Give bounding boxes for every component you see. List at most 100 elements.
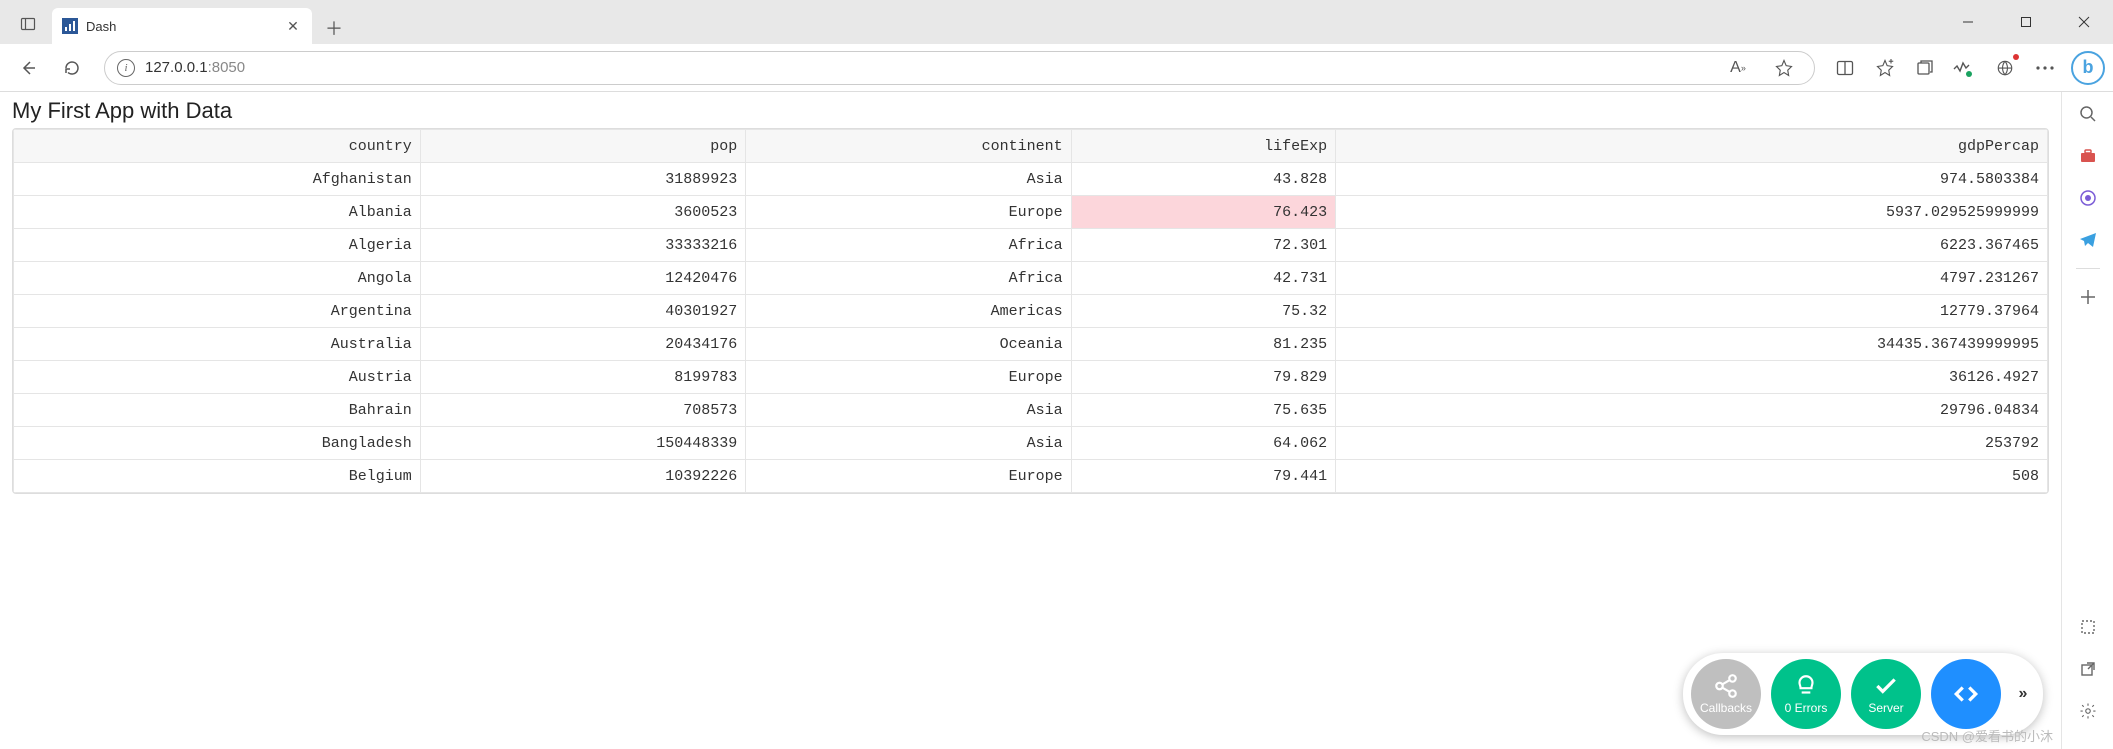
table-row: Afghanistan31889923Asia43.828974.5803384 [14, 163, 2048, 196]
search-icon[interactable] [2074, 100, 2102, 128]
watermark: CSDN @爱看书的小沐 [1921, 726, 2053, 745]
table-cell[interactable]: 5937.029525999999 [1336, 196, 2048, 229]
column-header[interactable]: gdpPercap [1336, 130, 2048, 163]
site-info-icon[interactable]: i [117, 59, 135, 77]
window-controls [1939, 0, 2113, 44]
table-cell[interactable]: 36126.4927 [1336, 361, 2048, 394]
table-cell[interactable]: Oceania [746, 328, 1071, 361]
table-cell[interactable]: 81.235 [1071, 328, 1335, 361]
table-cell[interactable]: Americas [746, 295, 1071, 328]
table-cell[interactable]: 33333216 [420, 229, 745, 262]
table-cell[interactable]: 12779.37964 [1336, 295, 2048, 328]
table-cell[interactable]: 150448339 [420, 427, 745, 460]
favorites-icon[interactable] [1867, 50, 1903, 86]
dash-debug-menu: Callbacks 0 Errors Server » [1683, 653, 2043, 735]
table-cell[interactable]: 75.32 [1071, 295, 1335, 328]
table-cell[interactable]: Europe [746, 361, 1071, 394]
performance-icon[interactable] [1947, 50, 1983, 86]
table-row: Bahrain708573Asia75.63529796.04834 [14, 394, 2048, 427]
table-cell[interactable]: Africa [746, 229, 1071, 262]
favorite-icon[interactable] [1766, 50, 1802, 86]
table-cell[interactable]: 12420476 [420, 262, 745, 295]
table-cell[interactable]: Belgium [14, 460, 421, 493]
table-cell[interactable]: 34435.367439999995 [1336, 328, 2048, 361]
table-cell[interactable]: 3600523 [420, 196, 745, 229]
table-cell[interactable]: 79.441 [1071, 460, 1335, 493]
add-icon[interactable] [2074, 283, 2102, 311]
table-cell[interactable]: 75.635 [1071, 394, 1335, 427]
collections-icon[interactable] [1907, 50, 1943, 86]
split-screen-icon[interactable] [1827, 50, 1863, 86]
edge-sidebar [2061, 92, 2113, 749]
table-row: Austria8199783Europe79.82936126.4927 [14, 361, 2048, 394]
tab-actions-icon[interactable] [8, 4, 48, 44]
table-row: Albania3600523Europe76.4235937.029525999… [14, 196, 2048, 229]
server-button[interactable]: Server [1851, 659, 1921, 729]
table-cell[interactable]: Angola [14, 262, 421, 295]
table-cell[interactable]: Asia [746, 394, 1071, 427]
address-bar[interactable]: i 127.0.0.1:8050 A» [104, 51, 1815, 85]
table-cell[interactable]: Bangladesh [14, 427, 421, 460]
table-cell[interactable]: Asia [746, 427, 1071, 460]
data-table[interactable]: countrypopcontinentlifeExpgdpPercap Afgh… [12, 128, 2049, 494]
table-cell[interactable]: 76.423 [1071, 196, 1335, 229]
table-cell[interactable]: Afghanistan [14, 163, 421, 196]
crop-icon[interactable] [2074, 613, 2102, 641]
collapse-debug-icon[interactable]: » [2011, 682, 2035, 706]
table-cell[interactable]: Europe [746, 460, 1071, 493]
tab-favicon [62, 18, 78, 34]
table-cell[interactable]: Albania [14, 196, 421, 229]
table-cell[interactable]: Africa [746, 262, 1071, 295]
table-cell[interactable]: 8199783 [420, 361, 745, 394]
column-header[interactable]: pop [420, 130, 745, 163]
table-cell[interactable]: 974.5803384 [1336, 163, 2048, 196]
table-cell[interactable]: Asia [746, 163, 1071, 196]
table-cell[interactable]: 64.062 [1071, 427, 1335, 460]
table-cell[interactable]: 4797.231267 [1336, 262, 2048, 295]
table-cell[interactable]: 10392226 [420, 460, 745, 493]
tab-close-icon[interactable]: ✕ [284, 17, 302, 35]
errors-button[interactable]: 0 Errors [1771, 659, 1841, 729]
back-button[interactable] [8, 48, 48, 88]
table-cell[interactable]: Australia [14, 328, 421, 361]
table-cell[interactable]: Bahrain [14, 394, 421, 427]
browser-toolbar: i 127.0.0.1:8050 A» b [0, 44, 2113, 92]
new-tab-button[interactable]: ＋ [318, 12, 350, 44]
close-window-button[interactable] [2055, 0, 2113, 44]
column-header[interactable]: country [14, 130, 421, 163]
table-row: Australia20434176Oceania81.23534435.3674… [14, 328, 2048, 361]
minimize-button[interactable] [1939, 0, 1997, 44]
table-cell[interactable]: 43.828 [1071, 163, 1335, 196]
read-aloud-icon[interactable]: A» [1720, 50, 1756, 86]
table-cell[interactable]: 253792 [1336, 427, 2048, 460]
table-cell[interactable]: 6223.367465 [1336, 229, 2048, 262]
table-cell[interactable]: Austria [14, 361, 421, 394]
table-cell[interactable]: 40301927 [420, 295, 745, 328]
table-cell[interactable]: 20434176 [420, 328, 745, 361]
browser-tab[interactable]: Dash ✕ [52, 8, 312, 44]
table-cell[interactable]: 508 [1336, 460, 2048, 493]
table-cell[interactable]: 72.301 [1071, 229, 1335, 262]
callbacks-button[interactable]: Callbacks [1691, 659, 1761, 729]
telegram-icon[interactable] [2074, 226, 2102, 254]
table-cell[interactable]: 708573 [420, 394, 745, 427]
extension-icon[interactable] [1987, 50, 2023, 86]
settings-icon[interactable] [2074, 697, 2102, 725]
table-cell[interactable]: Europe [746, 196, 1071, 229]
table-cell[interactable]: 31889923 [420, 163, 745, 196]
maximize-button[interactable] [1997, 0, 2055, 44]
table-cell[interactable]: 79.829 [1071, 361, 1335, 394]
copilot-icon[interactable] [2074, 184, 2102, 212]
toolbox-icon[interactable] [2074, 142, 2102, 170]
column-header[interactable]: continent [746, 130, 1071, 163]
column-header[interactable]: lifeExp [1071, 130, 1335, 163]
table-cell[interactable]: Argentina [14, 295, 421, 328]
bing-button[interactable]: b [2071, 51, 2105, 85]
code-button[interactable] [1931, 659, 2001, 729]
table-cell[interactable]: 29796.04834 [1336, 394, 2048, 427]
more-icon[interactable] [2027, 50, 2063, 86]
table-cell[interactable]: Algeria [14, 229, 421, 262]
table-cell[interactable]: 42.731 [1071, 262, 1335, 295]
refresh-button[interactable] [52, 48, 92, 88]
external-icon[interactable] [2074, 655, 2102, 683]
